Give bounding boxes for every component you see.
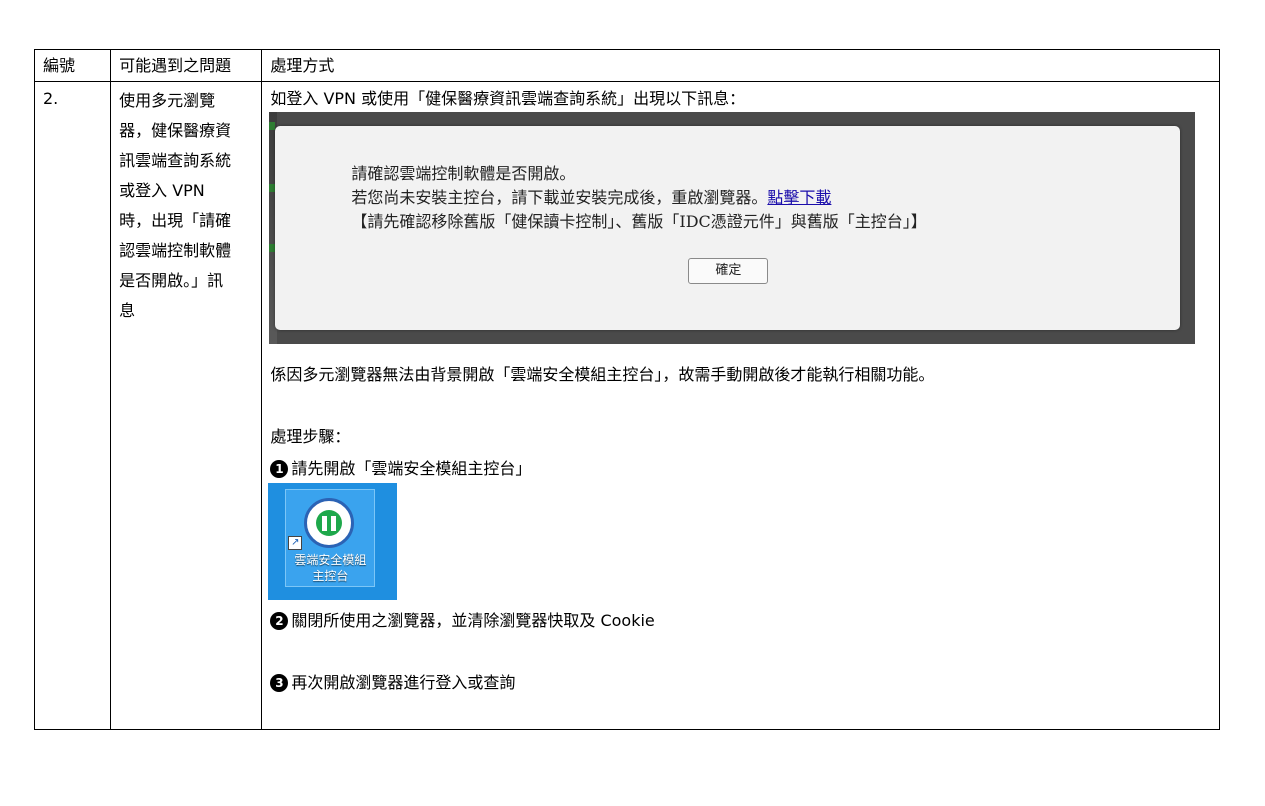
step-1: 1 請先開啟「雲端安全模組主控台」 [270, 456, 531, 482]
cause-text: 係因多元瀏覽器無法由背景開啟「雲端安全模組主控台」，故需手動開啟後才能執行相關功… [270, 365, 935, 384]
question-line: 息 [119, 301, 136, 320]
desktop-shortcut-screenshot: ↗ 雲端安全模組 主控台 [268, 483, 398, 600]
header-solution: 處理方式 [261, 49, 1220, 82]
question-line: 器，健保醫療資 [119, 121, 232, 140]
row-number: 2. [33, 81, 112, 730]
intro-text: 如登入 VPN 或使用「健保醫療資訊雲端查詢系統」出現以下訊息： [270, 89, 746, 108]
question-cell: 使用多元瀏覽 器，健保醫療資 訊雲端查詢系統 或登入 VPN 時，出現「請確 認… [110, 81, 263, 730]
dialog-message-line1: 請確認雲端控制軟體是否開啟。 [351, 164, 576, 183]
dialog-install-hint: 若您尚未安裝主控台，請下載並安裝完成後，重啟瀏覽器。 [351, 188, 768, 207]
step-number-badge: 2 [270, 612, 289, 630]
question-line: 認雲端控制軟體 [119, 241, 232, 260]
shortcut-arrow-icon: ↗ [288, 536, 303, 550]
ok-button[interactable]: 確定 [688, 258, 769, 284]
step-text: 關閉所使用之瀏覽器，並清除瀏覽器快取及 Cookie [291, 611, 655, 630]
table-header-row: 編號 可能遇到之問題 處理方式 [33, 49, 1220, 82]
download-link[interactable]: 點擊下載 [767, 188, 831, 207]
question-line: 訊雲端查詢系統 [119, 151, 232, 170]
shortcut-label: 雲端安全模組 主控台 [286, 552, 374, 584]
question-line: 時，出現「請確 [119, 211, 232, 230]
console-shortcut[interactable]: ↗ 雲端安全模組 主控台 [285, 489, 376, 587]
steps-title: 處理步驟： [270, 427, 351, 446]
nhi-logo-icon [304, 498, 355, 548]
solution-cell: 如登入 VPN 或使用「健保醫療資訊雲端查詢系統」出現以下訊息： 請確認雲端控制… [261, 81, 1220, 730]
header-no: 編號 [33, 49, 112, 82]
shortcut-label-line1: 雲端安全模組 [294, 553, 367, 567]
dialog-message-line3: 【請先確認移除舊版「健保讀卡控制」、舊版「IDC憑證元件」與舊版「主控台」】 [351, 212, 927, 231]
step-text: 請先開啟「雲端安全模組主控台」 [291, 459, 532, 478]
troubleshooting-table: 編號 可能遇到之問題 處理方式 2. 使用多元瀏覽 器，健保醫療資 訊雲端查詢系… [33, 49, 1220, 730]
question-line: 是否開啟。」訊 [119, 271, 224, 290]
error-dialog: 請確認雲端控制軟體是否開啟。 若您尚未安裝主控台，請下載並安裝完成後，重啟瀏覽器… [275, 126, 1181, 330]
header-question: 可能遇到之問題 [110, 49, 263, 82]
step-text: 再次開啟瀏覽器進行登入或查詢 [291, 673, 516, 692]
shortcut-label-line2: 主控台 [312, 569, 349, 583]
dialog-message-line2: 若您尚未安裝主控台，請下載並安裝完成後，重啟瀏覽器。點擊下載 [351, 186, 926, 210]
step-3: 3 再次開啟瀏覽器進行登入或查詢 [270, 670, 515, 696]
question-line: 使用多元瀏覽 [119, 91, 216, 110]
question-line: 或登入 VPN [119, 181, 205, 200]
error-dialog-screenshot: 請確認雲端控制軟體是否開啟。 若您尚未安裝主控台，請下載並安裝完成後，重啟瀏覽器… [269, 112, 1196, 344]
table-row: 2. 使用多元瀏覽 器，健保醫療資 訊雲端查詢系統 或登入 VPN 時，出現「請… [33, 81, 1220, 730]
step-number-badge: 1 [270, 460, 289, 478]
step-number-badge: 3 [270, 674, 289, 692]
step-2: 2 關閉所使用之瀏覽器，並清除瀏覽器快取及 Cookie [270, 608, 655, 634]
